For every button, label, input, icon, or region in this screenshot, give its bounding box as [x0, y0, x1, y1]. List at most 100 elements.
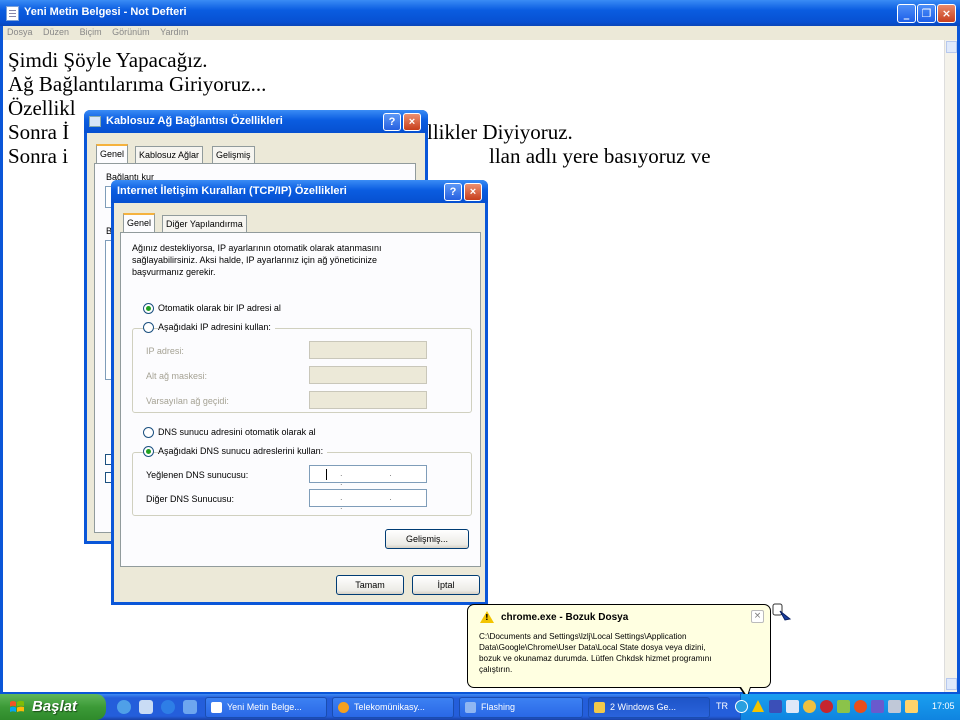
close-button[interactable]: × — [937, 4, 956, 23]
menu-view[interactable]: Görünüm — [112, 27, 150, 37]
intro-text: sağlayabilirsiniz. Aksi halde, IP ayarla… — [132, 255, 377, 265]
dns-manual-label[interactable]: Aşağıdaki DNS sunucu adreslerini kullan: — [158, 446, 328, 456]
subnet-mask-field — [309, 366, 427, 384]
network-icon[interactable] — [837, 700, 850, 713]
menu-help[interactable]: Yardım — [160, 27, 188, 37]
app-icon[interactable] — [871, 700, 884, 713]
network-icon — [89, 116, 101, 127]
balloon-text: C:\Documents and Settings\lzlj\Local Set… — [479, 632, 687, 641]
balloon-text: Data\Google\Chrome\User Data\Local State… — [479, 643, 706, 652]
tcpip-dialog-title-bar[interactable]: Internet İletişim Kuralları (TCP/IP) Öze… — [111, 180, 488, 203]
scroll-down-arrow[interactable] — [946, 678, 957, 690]
cursor-icon — [772, 603, 792, 621]
tab-advanced[interactable]: Gelişmiş — [212, 146, 255, 163]
dns-auto-radio[interactable] — [143, 427, 154, 438]
default-gateway-field — [309, 391, 427, 409]
ip-dots: . . . — [340, 493, 414, 511]
quicklaunch-media-icon[interactable] — [183, 700, 197, 714]
security-icon[interactable] — [769, 700, 782, 713]
dns-auto-label[interactable]: DNS sunucu adresini otomatik olarak al — [158, 427, 316, 437]
antivirus-icon[interactable] — [820, 700, 833, 713]
text-line: Özellikl — [8, 96, 76, 120]
balloon-text: bozuk ve okunamaz durumda. Lütfen Chkdsk… — [479, 654, 712, 663]
language-indicator[interactable]: TR — [716, 701, 728, 711]
close-button[interactable]: × — [403, 113, 421, 131]
balloon-text: çalıştırın. — [479, 665, 513, 674]
preferred-dns-label: Yeğlenen DNS sunucusu: — [146, 470, 249, 480]
ip-auto-radio[interactable] — [143, 303, 154, 314]
speaker-icon[interactable] — [888, 700, 901, 713]
task-windows-explorer[interactable]: 2 Windows Ge... — [588, 697, 710, 718]
alternate-dns-field[interactable]: . . . — [309, 489, 427, 511]
ip-dots: . . . — [340, 469, 414, 487]
quicklaunch-browser-icon[interactable] — [117, 700, 131, 714]
task-label: Yeni Metin Belge... — [227, 702, 302, 712]
quicklaunch-ie-icon[interactable] — [161, 700, 175, 714]
preferred-dns-field[interactable]: . . . — [309, 465, 427, 487]
ok-button[interactable]: Tamam — [336, 575, 404, 595]
tcpip-dialog-title: Internet İletişim Kuralları (TCP/IP) Öze… — [117, 185, 347, 197]
close-button[interactable]: × — [464, 183, 482, 201]
warning-icon[interactable] — [752, 700, 764, 712]
dns-manual-radio[interactable] — [143, 446, 154, 457]
text-line: Sonra İ — [8, 120, 70, 144]
default-gateway-label: Varsayılan ağ geçidi: — [146, 396, 229, 406]
help-button[interactable]: ? — [444, 183, 462, 201]
menu-file[interactable]: Dosya — [7, 27, 33, 37]
help-button[interactable]: ? — [383, 113, 401, 131]
menu-format[interactable]: Biçim — [80, 27, 102, 37]
advanced-button[interactable]: Gelişmiş... — [385, 529, 469, 549]
wireless-dialog-title-bar[interactable]: Kablosuz Ağ Bağlantısı Özellikleri ? × — [84, 110, 428, 133]
tab-wireless-networks[interactable]: Kablosuz Ağlar — [135, 146, 204, 163]
tab-general[interactable]: Genel — [96, 144, 129, 163]
ip-manual-radio[interactable] — [143, 322, 154, 333]
maximize-button[interactable]: ❐ — [917, 4, 936, 23]
task-label: Flashing — [481, 702, 516, 712]
tcpip-dialog-body: Genel Diğer Yapılandırma Ağınız destekli… — [114, 203, 485, 602]
tcpip-general-panel: Ağınız destekliyorsa, IP ayarlarının oto… — [120, 232, 481, 567]
task-label: 2 Windows Ge... — [610, 702, 677, 712]
tab-general[interactable]: Genel — [123, 213, 156, 232]
ip-address-field — [309, 341, 427, 359]
scroll-up-arrow[interactable] — [946, 41, 957, 53]
system-tray: 17:05 — [735, 694, 960, 720]
error-balloon-tooltip[interactable]: ! chrome.exe - Bozuk Dosya × C:\Document… — [467, 604, 771, 699]
ip-auto-label[interactable]: Otomatik olarak bir IP adresi al — [158, 303, 281, 313]
ip-manual-label[interactable]: Aşağıdaki IP adresini kullan: — [158, 322, 275, 332]
text-line: Sonra i — [8, 144, 69, 168]
balloon-close-button[interactable]: × — [751, 610, 764, 623]
notepad-title-bar[interactable]: Yeni Metin Belgesi - Not Defteri _ ❐ × — [0, 0, 960, 26]
cancel-button[interactable]: İptal — [412, 575, 480, 595]
task-label: Telekomünikasy... — [354, 702, 425, 712]
media-icon[interactable] — [854, 700, 867, 713]
clock[interactable]: 17:05 — [932, 701, 955, 711]
text-line: llikler Diyiyoruz. — [427, 120, 573, 144]
minimize-button[interactable]: _ — [897, 4, 916, 23]
shield-icon[interactable] — [803, 700, 816, 713]
start-button[interactable]: Başlat — [0, 694, 106, 720]
balloon-title: chrome.exe - Bozuk Dosya — [501, 612, 629, 623]
subnet-mask-label: Alt ağ maskesi: — [146, 371, 208, 381]
update-icon[interactable] — [905, 700, 918, 713]
browser-icon — [338, 702, 349, 713]
vertical-scrollbar[interactable] — [944, 40, 957, 692]
text-line: Ağ Bağlantılarıma Giriyoruz... — [8, 72, 267, 96]
warning-icon: ! — [480, 611, 494, 623]
tab-alternate-configuration[interactable]: Diğer Yapılandırma — [162, 215, 247, 232]
window-icon — [465, 702, 476, 713]
help-circle-icon[interactable] — [735, 700, 748, 713]
task-notepad[interactable]: Yeni Metin Belge... — [205, 697, 327, 718]
task-flashing[interactable]: Flashing — [459, 697, 583, 718]
notepad-menu-bar: Dosya Düzen Biçim Görünüm Yardım — [3, 26, 957, 40]
tcpip-properties-dialog: Internet İletişim Kuralları (TCP/IP) Öze… — [111, 180, 488, 605]
taskbar: Başlat Yeni Metin Belge... Telekomünikas… — [0, 694, 960, 720]
monitor-icon[interactable] — [786, 700, 799, 713]
quicklaunch-desktop-icon[interactable] — [139, 700, 153, 714]
text-line: llan adlı yere basıyoruz ve — [489, 144, 711, 168]
intro-text: Ağınız destekliyorsa, IP ayarlarının oto… — [132, 243, 382, 253]
text-caret — [326, 469, 327, 480]
intro-text: başvurmanız gerekir. — [132, 267, 216, 277]
notepad-icon — [211, 702, 222, 713]
menu-edit[interactable]: Düzen — [43, 27, 69, 37]
task-telecom[interactable]: Telekomünikasy... — [332, 697, 454, 718]
